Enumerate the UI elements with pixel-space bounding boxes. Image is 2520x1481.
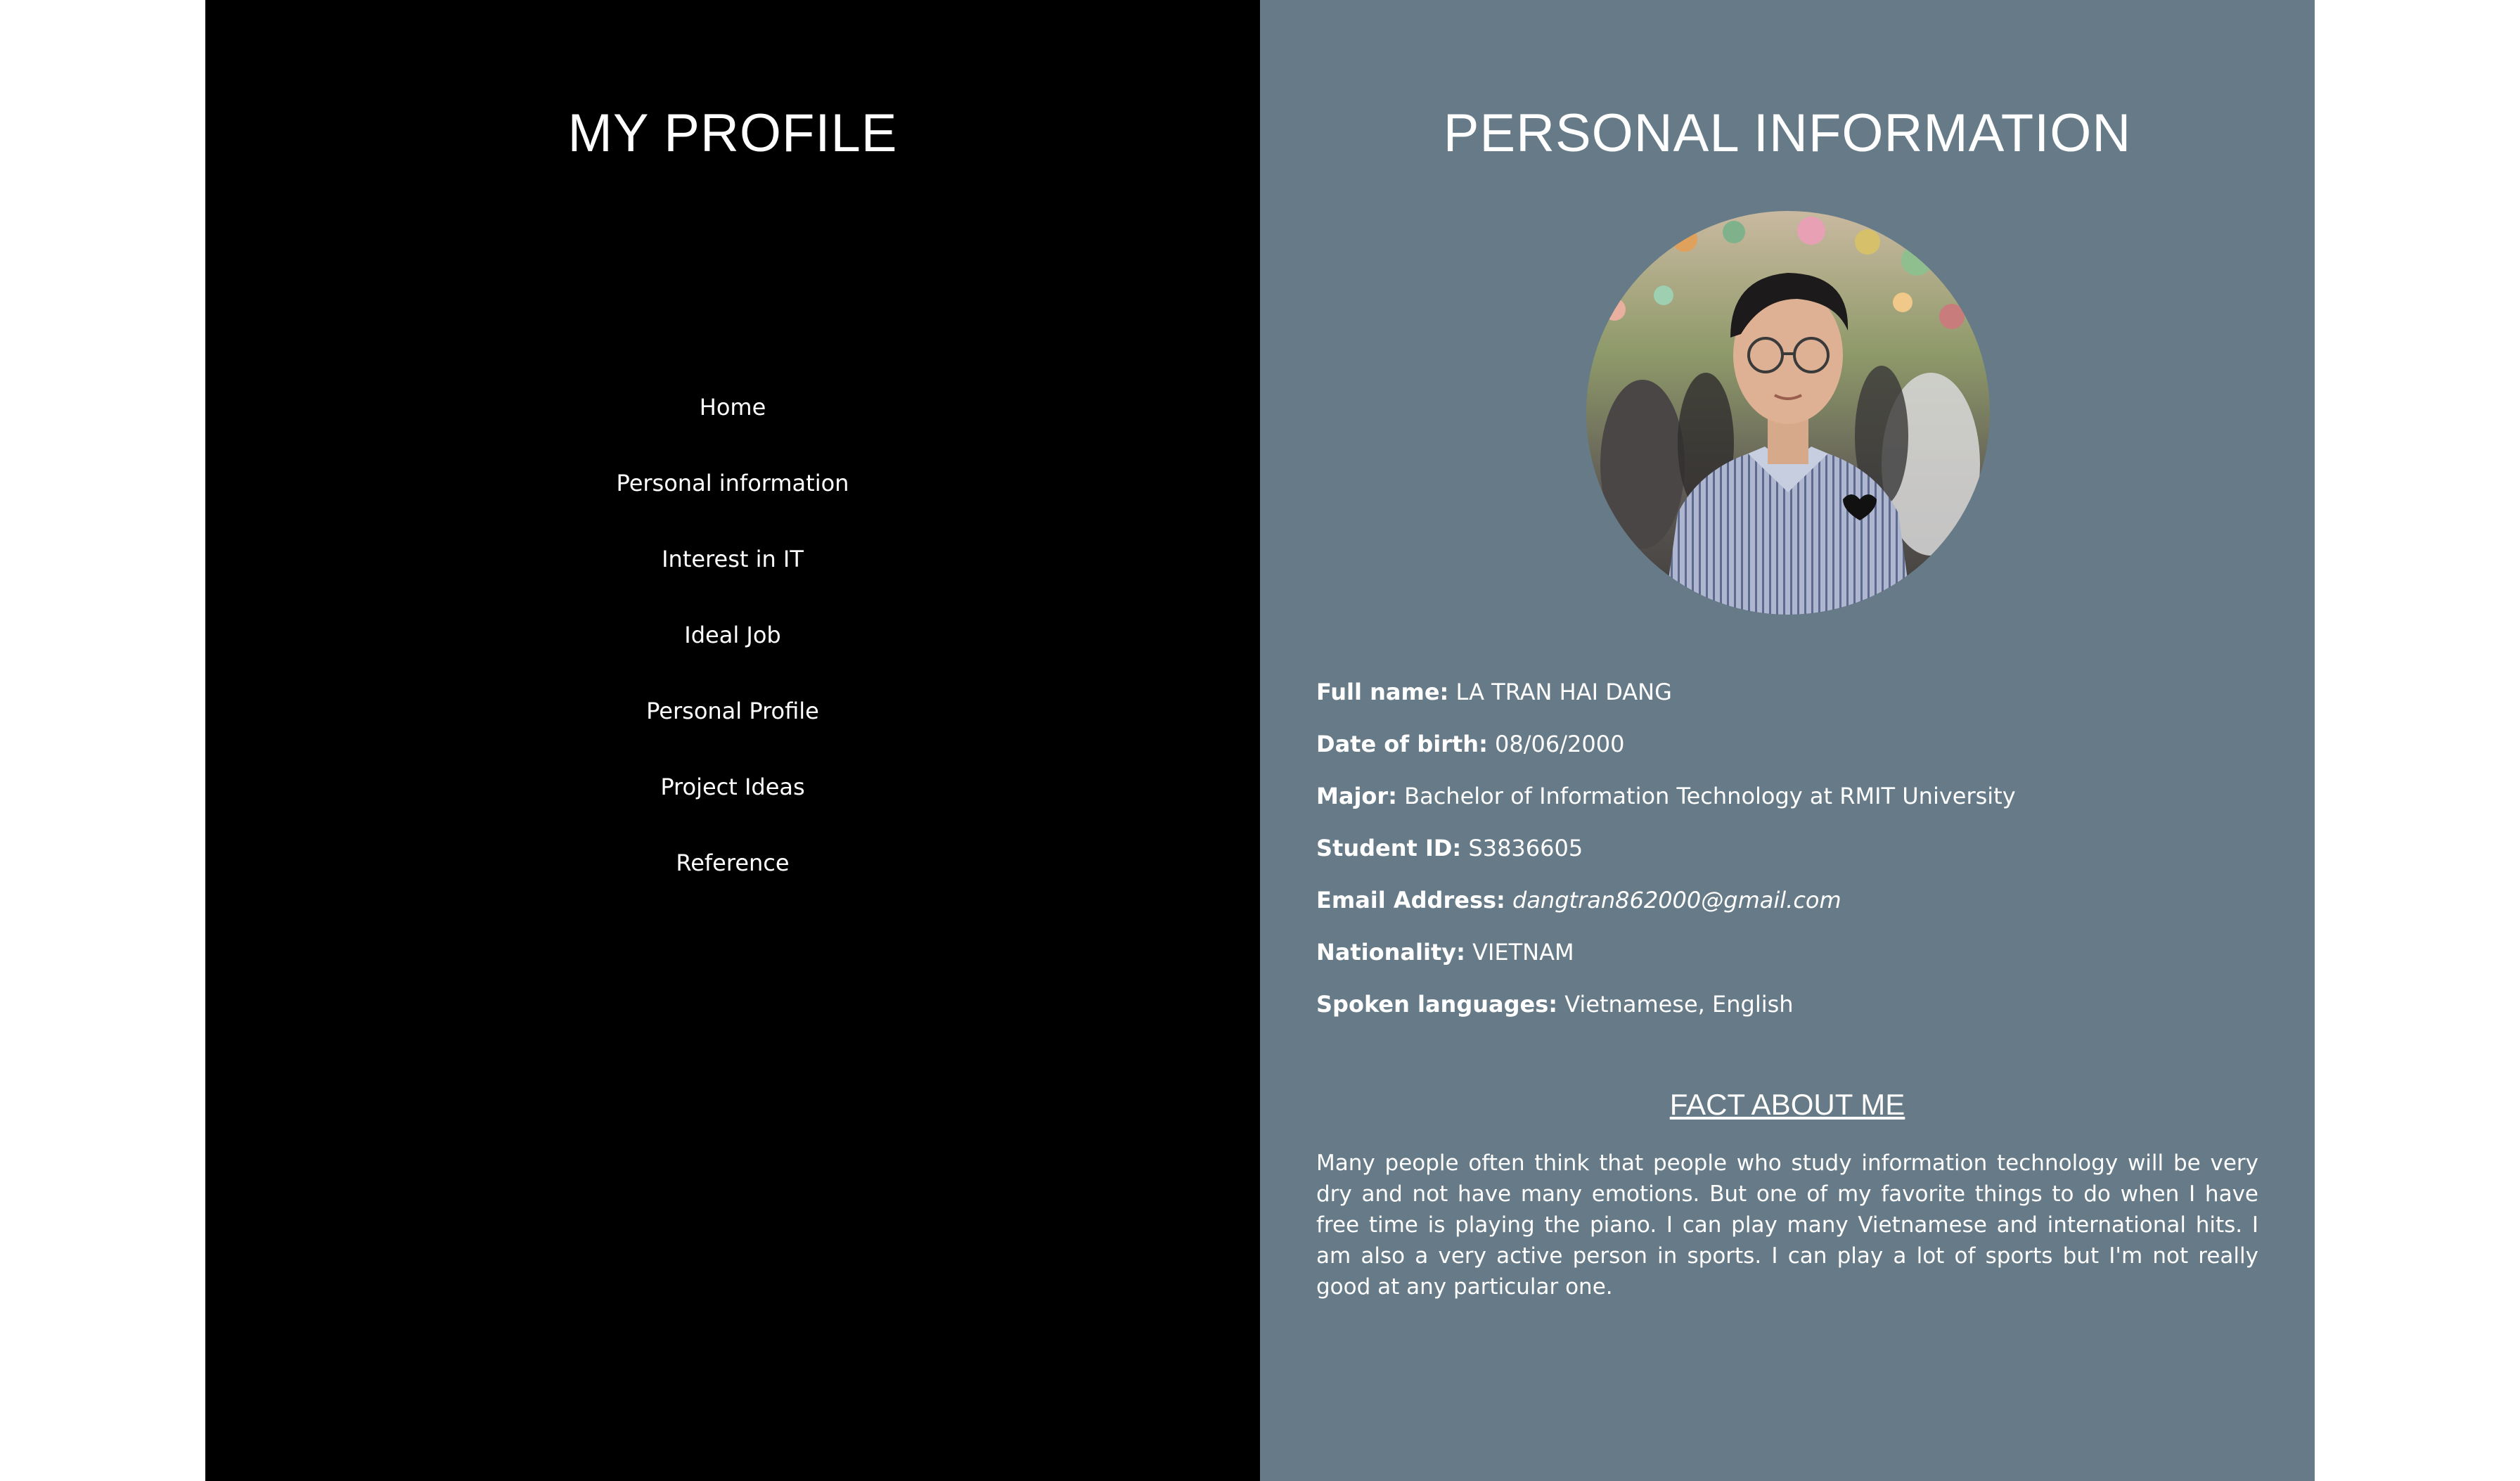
sidebar-title: MY PROFILE bbox=[567, 103, 898, 163]
info-value: LA TRAN HAI DANG bbox=[1455, 679, 1672, 705]
nav-item-reference[interactable]: Reference bbox=[205, 842, 1260, 918]
info-label: Student ID: bbox=[1316, 835, 1462, 861]
info-label: Major: bbox=[1316, 783, 1397, 809]
profile-avatar bbox=[1586, 211, 1990, 615]
fact-about-me-text: Many people often think that people who … bbox=[1316, 1150, 2258, 1300]
info-student-id: Student ID: S3836605 bbox=[1316, 828, 2258, 880]
nav-item-interest-in-it[interactable]: Interest in IT bbox=[205, 539, 1260, 615]
info-date-of-birth: Date of birth: 08/06/2000 bbox=[1316, 724, 2258, 776]
nav-link-personal-profile[interactable]: Personal Profile bbox=[646, 698, 819, 724]
nav-link-ideal-job[interactable]: Ideal Job bbox=[684, 622, 780, 648]
info-label: Spoken languages: bbox=[1316, 991, 1558, 1018]
info-value: 08/06/2000 bbox=[1495, 731, 1625, 757]
info-value: S3836605 bbox=[1468, 835, 1583, 861]
nav-menu: Home Personal information Interest in IT… bbox=[205, 387, 1260, 918]
nav-item-ideal-job[interactable]: Ideal Job bbox=[205, 615, 1260, 691]
info-full-name: Full name: LA TRAN HAI DANG bbox=[1316, 672, 2258, 724]
info-major: Major: Bachelor of Information Technolog… bbox=[1316, 776, 2258, 828]
page: MY PROFILE Home Personal information Int… bbox=[0, 0, 2520, 1481]
page-title: PERSONAL INFORMATION bbox=[1443, 103, 2132, 163]
personal-info-list: Full name: LA TRAN HAI DANG Date of birt… bbox=[1316, 672, 2258, 1036]
sidebar: MY PROFILE Home Personal information Int… bbox=[205, 0, 1260, 1481]
nav-item-home[interactable]: Home bbox=[205, 387, 1260, 463]
nav-link-interest-in-it[interactable]: Interest in IT bbox=[662, 546, 804, 572]
info-value: VIETNAM bbox=[1472, 939, 1574, 966]
info-label: Nationality: bbox=[1316, 939, 1465, 966]
info-value: Vietnamese, English bbox=[1564, 991, 1794, 1018]
nav-link-reference[interactable]: Reference bbox=[676, 850, 789, 876]
info-value: Bachelor of Information Technology at RM… bbox=[1404, 783, 2016, 809]
email-value: dangtran862000@gmail.com bbox=[1512, 887, 1841, 913]
nav-link-project-ideas[interactable]: Project Ideas bbox=[660, 774, 804, 800]
nav-item-project-ideas[interactable]: Project Ideas bbox=[205, 767, 1260, 842]
nav-link-personal-information[interactable]: Personal information bbox=[617, 470, 849, 496]
info-spoken-languages: Spoken languages: Vietnamese, English bbox=[1316, 984, 2258, 1036]
fact-about-me-heading: FACT ABOUT ME bbox=[1669, 1088, 1905, 1121]
nav-link-home[interactable]: Home bbox=[700, 394, 766, 421]
profile-photo-illustration bbox=[1586, 211, 1990, 615]
info-email: Email Address: dangtran862000@gmail.com bbox=[1316, 880, 2258, 932]
nav-item-personal-profile[interactable]: Personal Profile bbox=[205, 691, 1260, 767]
nav-item-personal-information[interactable]: Personal information bbox=[205, 463, 1260, 539]
main-content: PERSONAL INFORMATION Full name: LA TRAN … bbox=[1260, 0, 2315, 1481]
info-label: Date of birth: bbox=[1316, 731, 1488, 757]
info-label: Full name: bbox=[1316, 679, 1449, 705]
info-nationality: Nationality: VIETNAM bbox=[1316, 932, 2258, 984]
info-label: Email Address: bbox=[1316, 887, 1505, 913]
